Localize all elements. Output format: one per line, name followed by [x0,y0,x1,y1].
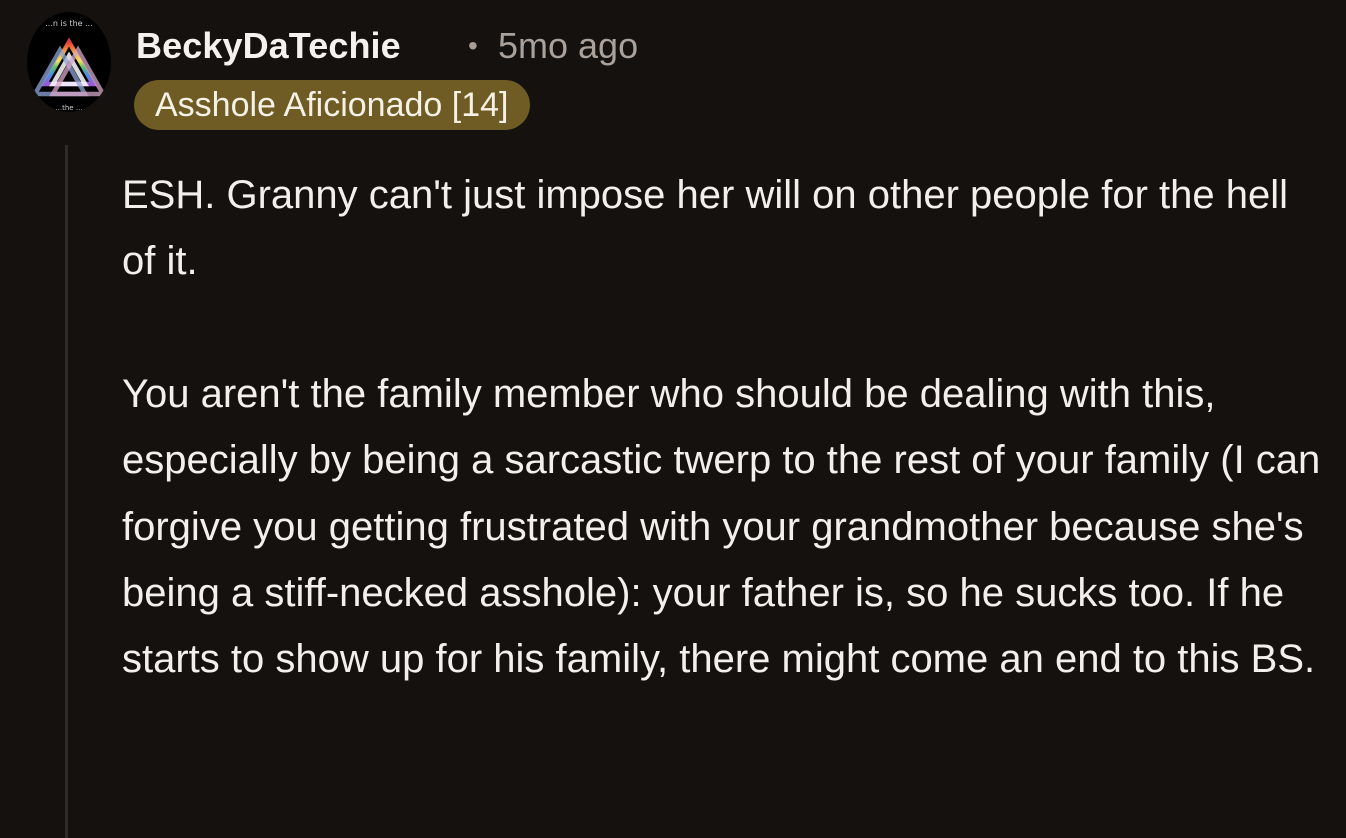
comment-paragraph: ESH. Granny can't just impose her will o… [122,173,1289,284]
meta-separator: • [468,30,478,61]
avatar[interactable]: ...n is the ... ...the ... [27,12,111,112]
comment-body: ESH. Granny can't just impose her will o… [122,162,1327,693]
avatar-bottom-text: ...the ... [55,104,82,112]
comment-paragraph: You aren't the family member who should … [122,371,1321,682]
valknut-pride-icon: ...n is the ... ...the ... [31,19,107,112]
thread-line[interactable] [65,145,68,838]
author-username[interactable]: BeckyDaTechie [136,24,401,68]
user-flair: Asshole Aficionado [14] [134,80,531,130]
avatar-top-text: ...n is the ... [45,19,92,28]
comment-timestamp[interactable]: 5mo ago [498,24,638,68]
comment: ...n is the ... ...the ... BeckyDaTechie… [0,0,1346,838]
